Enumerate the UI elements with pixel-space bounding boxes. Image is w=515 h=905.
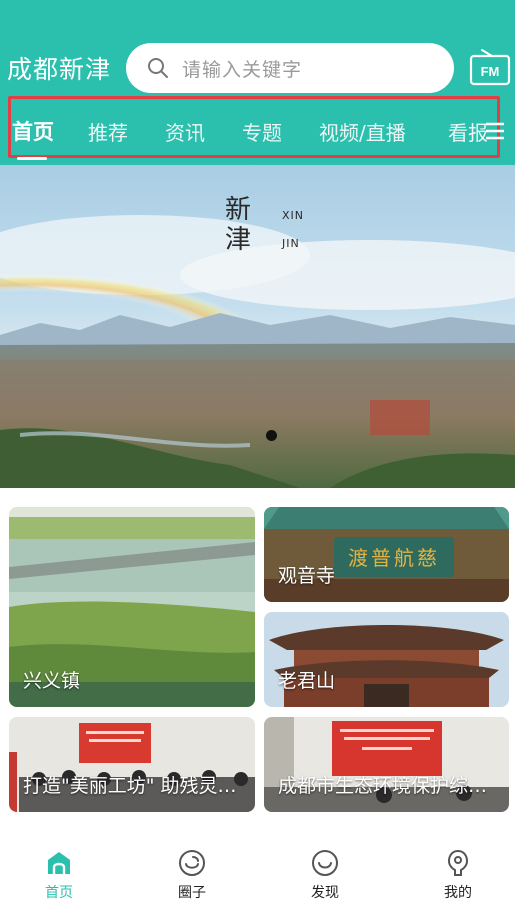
tab-newspaper[interactable]: 看报 — [448, 117, 488, 146]
header-bar: 成都新津 请输入关键字 FM 首页 推荐 资讯 专题 视频/直播 看报 — [0, 0, 515, 165]
card-label: 观音寺 — [278, 565, 336, 587]
card-news-workshop[interactable]: 打造"美丽工坊" 助残灵… — [9, 717, 255, 812]
active-tab-indicator — [17, 157, 47, 160]
tab-topics[interactable]: 专题 — [242, 117, 282, 146]
svg-text:渡普航慈: 渡普航慈 — [348, 546, 440, 570]
card-guanyin-temple[interactable]: 渡普航慈 观音寺 — [264, 507, 509, 602]
discover-icon — [312, 850, 338, 876]
card-laojun-mountain[interactable]: 老君山 — [264, 612, 509, 707]
circle-icon — [179, 850, 205, 876]
nav-circle[interactable]: 圈子 — [152, 848, 232, 902]
nav-profile[interactable]: 我的 — [418, 848, 498, 902]
channel-tabs: 首页 推荐 资讯 专题 视频/直播 看报 — [8, 96, 500, 158]
radio-fm-icon[interactable]: FM — [468, 46, 512, 90]
banner-image — [0, 165, 515, 488]
nav-discover[interactable]: 发现 — [285, 848, 365, 902]
tab-recommend[interactable]: 推荐 — [88, 117, 128, 146]
tab-video-live[interactable]: 视频/直播 — [319, 117, 406, 146]
card-label: 老君山 — [278, 670, 336, 692]
app-title: 成都新津 — [7, 55, 112, 84]
card-news-ecology[interactable]: 成都市生态环境保护综… — [264, 717, 509, 812]
search-icon — [148, 58, 168, 78]
banner-title: 新 津 — [225, 195, 252, 255]
menu-icon[interactable] — [484, 120, 506, 142]
banner-carousel[interactable]: 新 津 XIN JIN — [0, 165, 515, 488]
fm-label: FM — [481, 64, 500, 79]
profile-icon — [447, 849, 469, 876]
card-xingyi-town[interactable]: 兴义镇 — [9, 507, 255, 707]
tab-news[interactable]: 资讯 — [165, 117, 205, 146]
card-label: 打造"美丽工坊" 助残灵… — [23, 775, 237, 797]
bottom-navigation: 首页 圈子 发现 我的 — [0, 840, 515, 905]
home-icon — [48, 852, 70, 874]
card-label: 兴义镇 — [23, 670, 81, 692]
tab-home[interactable]: 首页 — [12, 116, 54, 146]
nav-home[interactable]: 首页 — [19, 848, 99, 902]
carousel-indicator-dot — [266, 430, 277, 441]
search-bar[interactable]: 请输入关键字 — [126, 43, 454, 93]
search-placeholder: 请输入关键字 — [182, 58, 303, 81]
banner-pinyin: XIN JIN — [282, 209, 305, 250]
card-label: 成都市生态环境保护综… — [278, 775, 488, 797]
